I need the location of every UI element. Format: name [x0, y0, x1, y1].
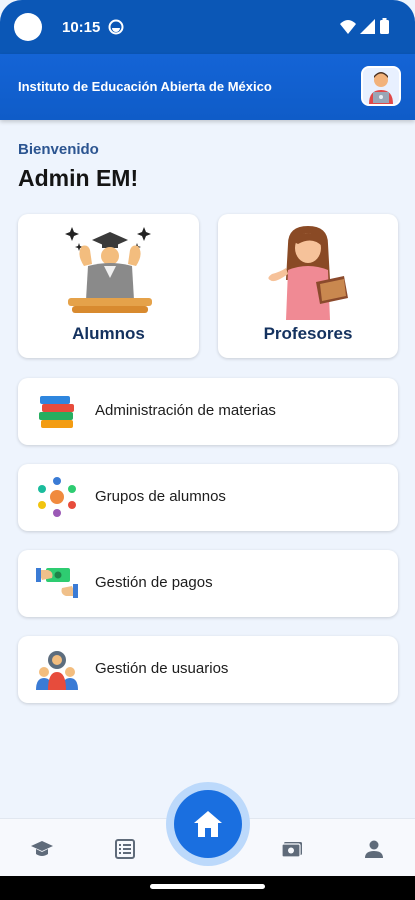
home-button-inner	[174, 790, 242, 858]
user-management-icon	[36, 651, 78, 690]
list-icon[interactable]	[113, 837, 137, 861]
teachers-card[interactable]: Profesores	[218, 214, 398, 358]
profile-avatar-button[interactable]	[361, 66, 401, 106]
teacher-avatar-icon	[363, 68, 399, 104]
battery-icon	[380, 18, 389, 34]
students-card[interactable]: Alumnos	[18, 214, 199, 358]
signal-icon	[360, 19, 375, 34]
books-icon	[39, 396, 74, 428]
student-groups-icon	[38, 477, 76, 517]
payment-hands-icon	[36, 568, 78, 598]
graduate-student-icon	[65, 227, 152, 313]
gesture-bar	[0, 876, 415, 900]
menu-item-payments[interactable]: Gestión de pagos	[18, 550, 398, 617]
welcome-text: Bienvenido	[18, 141, 99, 158]
menu-item-users[interactable]: Gestión de usuarios	[18, 636, 398, 703]
status-time: 10:15	[62, 19, 101, 36]
menu-item-label: Gestión de pagos	[95, 574, 213, 591]
app-title: Instituto de Educación Abierta de México	[18, 79, 272, 94]
app-bar: Instituto de Educación Abierta de México	[0, 54, 415, 120]
menu-item-label: Grupos de alumnos	[95, 488, 226, 505]
payment-card-icon[interactable]	[280, 837, 304, 861]
profile-icon[interactable]	[362, 837, 386, 861]
status-bar: 10:15	[0, 0, 415, 54]
admin-name: Admin EM!	[18, 165, 139, 191]
sync-icon	[108, 19, 124, 35]
home-button[interactable]	[166, 782, 250, 866]
graduation-cap-icon[interactable]	[30, 837, 54, 861]
teacher-icon	[268, 226, 348, 320]
home-indicator[interactable]	[150, 884, 265, 889]
students-card-label: Alumnos	[72, 324, 145, 343]
menu-item-label: Administración de materias	[95, 402, 276, 419]
home-icon	[194, 811, 222, 837]
wifi-icon	[340, 20, 356, 34]
menu-item-subjects[interactable]: Administración de materias	[18, 378, 398, 445]
menu-item-student-groups[interactable]: Grupos de alumnos	[18, 464, 398, 531]
menu-item-label: Gestión de usuarios	[95, 660, 229, 677]
teachers-card-label: Profesores	[263, 324, 353, 343]
camera-cutout	[14, 13, 42, 41]
